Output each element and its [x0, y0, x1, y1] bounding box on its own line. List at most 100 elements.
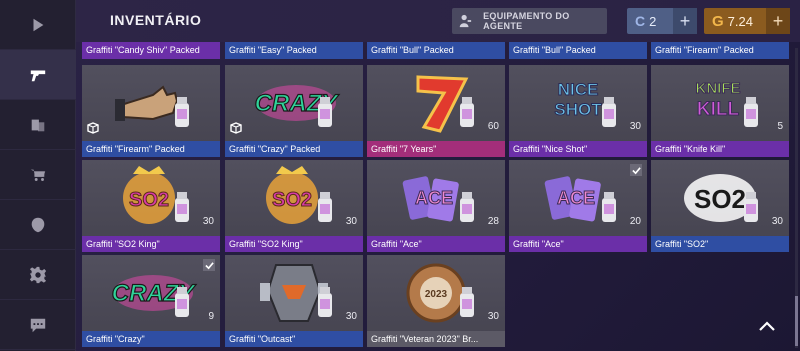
svg-text:SHOT: SHOT [554, 100, 602, 119]
svg-text:SO2: SO2 [694, 184, 746, 214]
inventory-item-name: Graffiti "SO2" [651, 236, 789, 252]
inventory-item-card[interactable]: CRAZY Graffiti "Crazy" Packed [225, 65, 363, 157]
graffiti-art-icon: ACE [509, 160, 647, 236]
header: INVENTÁRIO EQUIPAMENTO DO AGENTE C 2 + G… [76, 0, 800, 42]
gold-icon: G [712, 12, 724, 30]
agent-equipment-label: EQUIPAMENTO DO AGENTE [483, 11, 570, 31]
clan-icon [31, 217, 45, 232]
chat-icon [30, 318, 46, 332]
inventory-item-card[interactable]: 60 Graffiti "7 Years" [367, 65, 505, 157]
item-quantity: 30 [345, 311, 357, 322]
inventory-item-card[interactable]: SO2 30 Graffiti "SO2 King" [82, 160, 220, 252]
package-icon [87, 121, 99, 134]
item-quantity: 30 [345, 216, 357, 227]
item-quantity: 9 [208, 311, 214, 322]
svg-text:SO2: SO2 [272, 189, 312, 211]
equipped-check-icon [630, 164, 642, 176]
chevron-up-icon [759, 321, 775, 331]
pistol-icon [30, 70, 46, 81]
page-title: INVENTÁRIO [110, 12, 202, 28]
inventory-item-card[interactable]: CRAZY 9 Graffiti "Crazy" [82, 255, 220, 347]
inventory-item-card[interactable]: ACE 20 Graffiti "Ace" [509, 160, 647, 252]
inventory-item-card[interactable]: KNIFE KILL 5 Graffiti "Knife Kill" [651, 65, 789, 157]
item-quantity: 30 [629, 121, 641, 132]
gold-value: 7.24 [727, 13, 753, 29]
credits-balance: C 2 [627, 8, 673, 34]
graffiti-art-icon: NICE SHOT [509, 65, 647, 141]
inventory-item-name: Graffiti "Firearm" Packed [82, 141, 220, 157]
scroll-to-top-button[interactable] [752, 314, 782, 338]
inventory-item-card[interactable]: SO2 30 Graffiti "SO2 King" [225, 160, 363, 252]
sidebar-item-shop[interactable] [0, 150, 76, 200]
inventory-item-card[interactable]: Graffiti "Firearm" Packed [82, 65, 220, 157]
gold-balance: G 7.24 [704, 8, 766, 34]
svg-text:ACE: ACE [557, 188, 595, 208]
graffiti-art-icon: SO2 [225, 160, 363, 236]
equipped-check-icon [203, 259, 215, 271]
item-quantity: 5 [777, 121, 783, 132]
item-quantity: 28 [487, 216, 499, 227]
inventory-item-name: Graffiti "SO2 King" [225, 236, 363, 252]
svg-text:KNIFE: KNIFE [696, 80, 741, 97]
scrollbar-thumb[interactable] [795, 296, 798, 346]
agent-equipment-button[interactable]: EQUIPAMENTO DO AGENTE [452, 8, 607, 34]
inventory-item-name: Graffiti "Outcast" [225, 331, 363, 347]
sidebar-item-clan[interactable] [0, 200, 76, 250]
svg-text:NICE: NICE [558, 80, 599, 99]
inventory-item-name: Graffiti "Veteran 2023" Br... [367, 331, 505, 347]
item-quantity: 30 [771, 216, 783, 227]
sidebar-item-cards[interactable] [0, 100, 76, 150]
item-quantity: 60 [487, 121, 499, 132]
inventory-item-name[interactable]: Graffiti "Firearm" Packed [651, 42, 789, 59]
item-quantity: 30 [487, 311, 499, 322]
inventory-item-name[interactable]: Graffiti "Bull" Packed [367, 42, 505, 59]
graffiti-art-icon: ACE [367, 160, 505, 236]
svg-text:ACE: ACE [415, 188, 453, 208]
inventory-item-name: Graffiti "Crazy" Packed [225, 141, 363, 157]
graffiti-art-icon: KNIFE KILL [651, 65, 789, 141]
inventory-item-name[interactable]: Graffiti "Bull" Packed [509, 42, 647, 59]
inventory-item-name: Graffiti "SO2 King" [82, 236, 220, 252]
inventory-grid: Graffiti "Candy Shiv" Packed Graffiti "E… [82, 42, 794, 351]
inventory-item-name[interactable]: Graffiti "Candy Shiv" Packed [82, 42, 220, 59]
inventory-item-card[interactable]: ACE 28 Graffiti "Ace" [367, 160, 505, 252]
graffiti-art-icon [225, 255, 363, 331]
inventory-item-name: Graffiti "Nice Shot" [509, 141, 647, 157]
graffiti-art-icon: CRAZY [225, 65, 363, 141]
graffiti-art-icon: 2023 [367, 255, 505, 331]
item-quantity: 30 [202, 216, 214, 227]
gear-icon [29, 266, 47, 283]
svg-text:KILL: KILL [697, 99, 740, 120]
inventory-item-name: Graffiti "Knife Kill" [651, 141, 789, 157]
graffiti-art-icon: CRAZY [82, 255, 220, 331]
graffiti-art-icon [367, 65, 505, 141]
svg-text:2023: 2023 [425, 289, 448, 300]
inventory-item-name: Graffiti "Ace" [367, 236, 505, 252]
add-gold-button[interactable]: + [766, 8, 790, 34]
sidebar-item-play[interactable] [0, 0, 76, 50]
graffiti-art-icon: SO2 [82, 160, 220, 236]
inventory-item-name: Graffiti "Ace" [509, 236, 647, 252]
credits-value: 2 [649, 13, 657, 29]
graffiti-art-icon: SO2 [651, 160, 789, 236]
sidebar [0, 0, 76, 351]
credits-icon: C [635, 13, 646, 29]
graffiti-art-icon [82, 65, 220, 141]
sidebar-item-settings[interactable] [0, 250, 76, 300]
item-quantity: 20 [629, 216, 641, 227]
inventory-item-card[interactable]: 30 Graffiti "Outcast" [225, 255, 363, 347]
sidebar-item-chat[interactable] [0, 300, 76, 350]
inventory-item-name[interactable]: Graffiti "Easy" Packed [225, 42, 363, 59]
cards-icon [31, 119, 45, 131]
cart-icon [30, 169, 46, 181]
agent-icon [452, 8, 477, 34]
sidebar-item-weapons[interactable] [0, 50, 76, 100]
inventory-item-card[interactable]: SO2 30 Graffiti "SO2" [651, 160, 789, 252]
add-credits-button[interactable]: + [673, 8, 697, 34]
inventory-item-card[interactable]: NICE SHOT 30 Graffiti "Nice Shot" [509, 65, 647, 157]
inventory-item-name: Graffiti "7 Years" [367, 141, 505, 157]
inventory-item-card[interactable]: 2023 30 Graffiti "Veteran 2023" Br... [367, 255, 505, 347]
package-icon [230, 121, 242, 134]
svg-text:SO2: SO2 [129, 189, 169, 211]
inventory-item-name: Graffiti "Crazy" [82, 331, 220, 347]
